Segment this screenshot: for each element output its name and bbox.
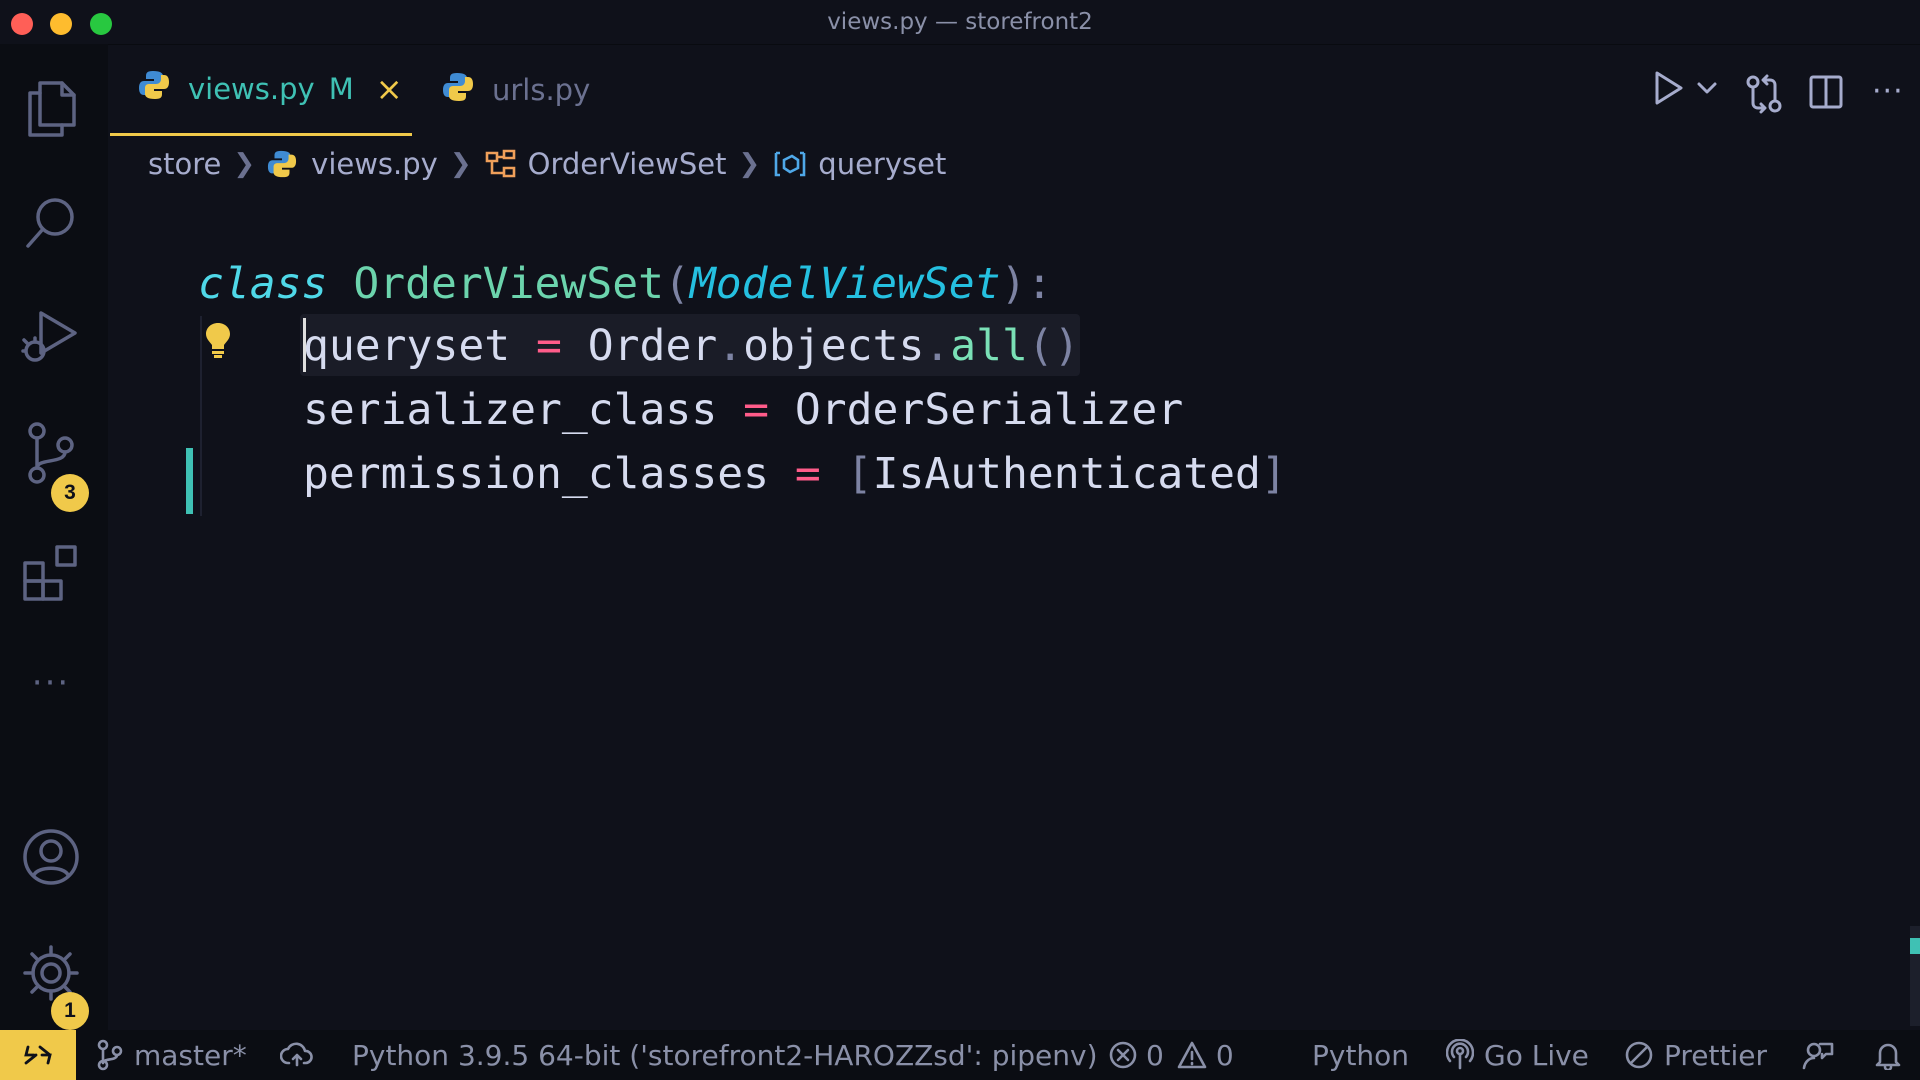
- breadcrumb-label: OrderViewSet: [527, 147, 727, 181]
- editor-tabs: views.py M × urls.py: [108, 44, 1920, 136]
- code-line-2: queryset = Order.objects.all(): [303, 316, 1080, 376]
- code-operator: =: [743, 385, 769, 435]
- python-interpreter[interactable]: Python 3.9.5 64-bit ('storefront2-HAROZZ…: [352, 1030, 1098, 1080]
- class-symbol-icon: [485, 149, 515, 178]
- window-title: views.py — storefront2: [827, 9, 1093, 35]
- branch-status[interactable]: master*: [96, 1030, 247, 1080]
- modified-indicator: M: [328, 71, 354, 106]
- code-line-4: permission_classes = [IsAuthenticated]: [303, 444, 1287, 504]
- breadcrumb-item-store[interactable]: store: [148, 147, 221, 181]
- chevron-right-icon: ❯: [738, 149, 761, 179]
- breadcrumb-label: queryset: [818, 147, 947, 181]
- code-punctuation: (: [664, 259, 690, 309]
- error-icon: [1109, 1041, 1137, 1069]
- breadcrumb-label: views.py: [311, 147, 438, 181]
- split-editor-icon[interactable]: [1808, 74, 1844, 110]
- code-punctuation: [: [846, 449, 873, 499]
- tab-label: views.py: [188, 71, 315, 106]
- code-identifier: IsAuthenticated: [872, 449, 1261, 499]
- code-identifier: OrderSerializer: [794, 385, 1184, 435]
- code-identifier: Order: [587, 321, 718, 371]
- warning-count: 0: [1215, 1038, 1234, 1072]
- more-actions-icon[interactable]: ···: [1872, 74, 1904, 109]
- compare-changes-icon[interactable]: [1744, 74, 1784, 114]
- text-cursor: [303, 318, 306, 372]
- breadcrumb: store ❯ views.py ❯ OrderViewSet ❯ querys…: [148, 140, 946, 188]
- python-file-icon: [442, 71, 474, 110]
- git-added-gutter-marker: [186, 448, 193, 514]
- code-editor[interactable]: class OrderViewSet(ModelViewSet): querys…: [108, 196, 1920, 1030]
- account-icon[interactable]: [18, 824, 84, 890]
- code-punctuation: ]: [1260, 449, 1287, 499]
- indent-guide: [200, 316, 202, 516]
- code-line-3: serializer_class = OrderSerializer: [303, 380, 1183, 440]
- remote-indicator[interactable]: [0, 1030, 76, 1080]
- error-count: 0: [1146, 1038, 1164, 1072]
- code-class-name: OrderViewSet: [353, 259, 665, 309]
- run-button[interactable]: [1652, 70, 1684, 106]
- code-base-class: ModelViewSet: [689, 259, 1001, 309]
- chevron-right-icon: ❯: [449, 149, 472, 179]
- variable-symbol-icon: [774, 151, 806, 177]
- code-identifier: permission_classes: [303, 449, 769, 499]
- scrollbar-change-marker: [1910, 938, 1920, 954]
- tab-urls-py[interactable]: urls.py: [442, 44, 590, 136]
- search-icon[interactable]: [18, 190, 84, 256]
- extensions-icon[interactable]: [18, 540, 84, 606]
- status-bar: master* Python 3.9.5 64-bit ('storefront…: [0, 1030, 1920, 1080]
- more-icon[interactable]: ···: [18, 650, 84, 716]
- code-punctuation: (): [1027, 321, 1080, 371]
- close-tab-icon[interactable]: ×: [376, 70, 403, 108]
- code-punctuation: ):: [1000, 259, 1053, 309]
- play-icon: [1655, 71, 1683, 105]
- code-keyword: class: [198, 259, 328, 309]
- code-identifier: serializer_class: [303, 385, 718, 435]
- problems-status[interactable]: 0 0: [1108, 1030, 1234, 1080]
- run-debug-icon[interactable]: [18, 304, 84, 370]
- breadcrumb-item-symbol[interactable]: queryset: [772, 147, 946, 181]
- tab-label: urls.py: [492, 73, 591, 107]
- feedback-icon[interactable]: [1802, 1030, 1834, 1080]
- remote-icon: [24, 1045, 52, 1065]
- python-file-icon: [268, 150, 297, 178]
- sync-icon[interactable]: [280, 1030, 314, 1080]
- breadcrumb-item-file[interactable]: views.py: [267, 147, 438, 181]
- broadcast-icon: [1446, 1039, 1474, 1070]
- code-operator: =: [794, 449, 821, 499]
- settings-badge: 1: [51, 992, 89, 1030]
- code-identifier: queryset: [303, 321, 511, 371]
- code-punctuation: .: [924, 321, 951, 371]
- code-line-1: class OrderViewSet(ModelViewSet):: [198, 254, 1052, 314]
- python-file-icon: [138, 69, 170, 108]
- tab-views-py[interactable]: views.py M ×: [110, 44, 412, 136]
- language-mode[interactable]: Python: [1312, 1030, 1409, 1080]
- prettier-disabled-icon: [1625, 1041, 1653, 1069]
- code-identifier: objects: [743, 321, 925, 371]
- source-control-badge: 3: [51, 474, 89, 512]
- lightbulb-icon[interactable]: [204, 320, 232, 370]
- branch-name: master*: [134, 1038, 247, 1072]
- explorer-icon[interactable]: [18, 76, 84, 142]
- code-punctuation: .: [717, 321, 744, 371]
- notifications-bell-icon[interactable]: [1874, 1030, 1902, 1080]
- chevron-right-icon: ❯: [233, 149, 256, 179]
- go-live-button[interactable]: Go Live: [1446, 1030, 1589, 1080]
- prettier-label: Prettier: [1664, 1038, 1767, 1072]
- breadcrumb-item-class[interactable]: OrderViewSet: [484, 147, 727, 181]
- prettier-status[interactable]: Prettier: [1624, 1030, 1767, 1080]
- warning-icon: [1177, 1041, 1207, 1069]
- activity-bar: 3 ··· 1: [0, 44, 108, 1030]
- go-live-label: Go Live: [1484, 1038, 1589, 1072]
- git-branch-icon: [97, 1039, 123, 1071]
- title-bar: views.py — storefront2: [0, 0, 1920, 45]
- run-options-chevron-down-icon[interactable]: [1696, 80, 1718, 96]
- code-operator: =: [536, 321, 562, 371]
- code-function: all: [950, 321, 1028, 371]
